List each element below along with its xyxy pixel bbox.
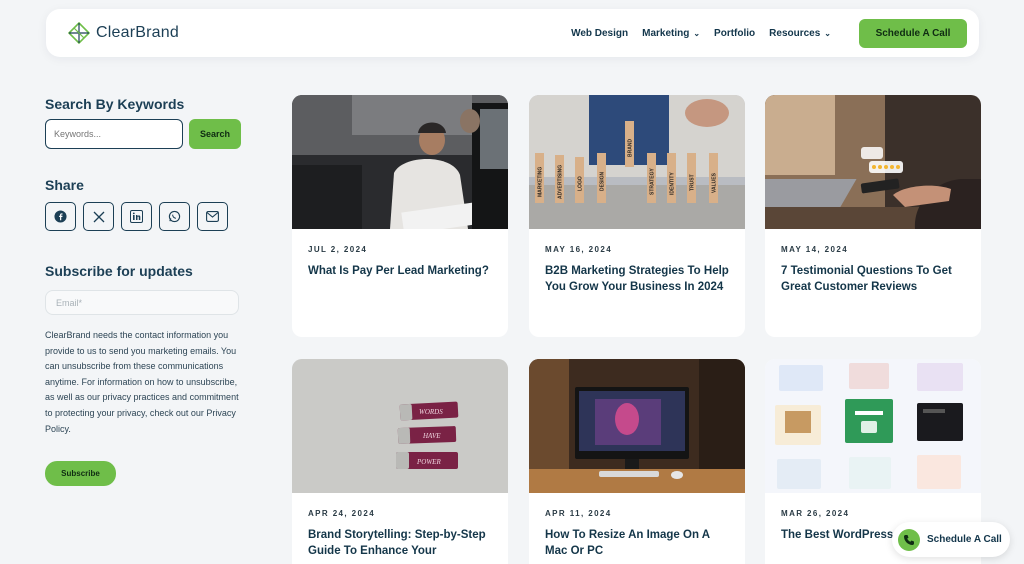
email-share-button[interactable] [197,202,228,231]
search-input[interactable] [45,119,183,149]
schedule-call-button[interactable]: Schedule A Call [859,18,967,48]
block-label-marketing: MARKETING [538,167,544,197]
post-date: MAR 26, 2024 [781,509,850,518]
post-card[interactable]: MARKETING ADVERTISING LOGO DESIGN BRAND … [529,95,745,337]
post-meta: MAY 14, 2024 7 Testimonial Questions To … [765,229,981,295]
post-image[interactable] [765,359,981,493]
nav-label: Resources [769,27,821,39]
post-date: MAY 14, 2024 [781,245,849,254]
post-meta: MAY 16, 2024 B2B Marketing Strategies To… [529,229,745,295]
post-date: MAY 16, 2024 [545,245,613,254]
whatsapp-share-button[interactable] [159,202,190,231]
post-title[interactable]: 7 Testimonial Questions To Get Great Cus… [781,263,965,295]
post-card[interactable]: MAY 14, 2024 7 Testimonial Questions To … [765,95,981,337]
block-label-trust: TRUST [690,174,696,191]
block-label-values: VALUES [712,172,718,193]
sidebar: Search By Keywords Search Share Subscrib… [45,96,245,487]
search-row: Search [45,119,245,149]
post-date: JUL 2, 2024 [308,245,368,254]
facebook-icon [54,210,67,223]
nav-label: Marketing [642,27,690,39]
block-label-brand: BRAND [628,139,634,157]
site-header: ClearBrand Web Design Marketing ⌄ Portfol… [46,9,979,57]
post-date: APR 11, 2024 [545,509,612,518]
post-meta: JUL 2, 2024 What Is Pay Per Lead Marketi… [292,229,508,279]
block-label-design: DESIGN [600,171,606,191]
linkedin-icon [130,210,143,223]
email-placeholder: Email* [56,297,83,308]
floating-schedule-call-button[interactable]: Schedule A Call [892,522,1010,557]
nav-marketing[interactable]: Marketing ⌄ [642,28,700,39]
post-title[interactable]: What Is Pay Per Lead Marketing? [308,263,492,279]
email-field[interactable]: Email* [45,290,239,315]
main-nav: Web Design Marketing ⌄ Portfolio Resource… [571,18,967,48]
subscribe-disclaimer: ClearBrand needs the contact information… [45,330,239,434]
eraser-label-words: WORDS [419,408,443,416]
linkedin-share-button[interactable] [121,202,152,231]
facebook-share-button[interactable] [45,202,76,231]
post-title[interactable]: Brand Storytelling: Step-by-Step Guide T… [308,527,492,559]
post-title[interactable]: How To Resize An Image On A Mac Or PC [545,527,729,559]
nav-resources[interactable]: Resources ⌄ [769,28,831,39]
subscribe-title: Subscribe for updates [45,263,193,279]
share-buttons [45,202,245,231]
post-card[interactable]: JUL 2, 2024 What Is Pay Per Lead Marketi… [292,95,508,337]
block-label-strategy: STRATEGY [650,167,656,195]
post-date: APR 24, 2024 [308,509,376,518]
post-card[interactable]: WORDS HAVE POWER APR 24, 2024 Brand Stor… [292,359,508,564]
post-image[interactable] [292,95,508,229]
post-image[interactable] [529,359,745,493]
block-label-advertising: ADVERTISING [558,165,564,199]
eraser-label-have: HAVE [422,432,441,440]
post-meta: APR 11, 2024 How To Resize An Image On A… [529,493,745,559]
post-image[interactable]: WORDS HAVE POWER [292,359,508,493]
search-title: Search By Keywords [45,96,185,112]
floating-cta-label: Schedule A Call [927,534,1002,545]
x-share-button[interactable] [83,202,114,231]
search-button[interactable]: Search [189,119,241,149]
subscribe-button[interactable]: Subscribe [45,461,116,487]
whatsapp-icon [168,210,181,223]
email-icon [206,211,219,222]
post-meta: APR 24, 2024 Brand Storytelling: Step-by… [292,493,508,559]
brand-name: ClearBrand [96,24,179,41]
nav-portfolio[interactable]: Portfolio [714,28,755,39]
block-label-logo: LOGO [578,176,584,191]
share-title: Share [45,177,84,193]
chevron-down-icon: ⌄ [693,28,701,38]
post-title[interactable]: B2B Marketing Strategies To Help You Gro… [545,263,729,295]
post-image[interactable] [765,95,981,229]
block-label-identity: IDENTITY [670,172,676,195]
phone-icon [898,528,920,551]
logo-icon [68,22,90,44]
post-image[interactable]: MARKETING ADVERTISING LOGO DESIGN BRAND … [529,95,745,229]
brand-logo[interactable]: ClearBrand [68,22,179,44]
chevron-down-icon: ⌄ [824,28,831,38]
nav-label: Portfolio [714,27,756,39]
nav-label: Web Design [571,27,629,39]
eraser-label-power: POWER [416,458,441,466]
nav-web-design[interactable]: Web Design [571,28,628,39]
post-card[interactable]: APR 11, 2024 How To Resize An Image On A… [529,359,745,564]
x-icon [93,211,104,222]
